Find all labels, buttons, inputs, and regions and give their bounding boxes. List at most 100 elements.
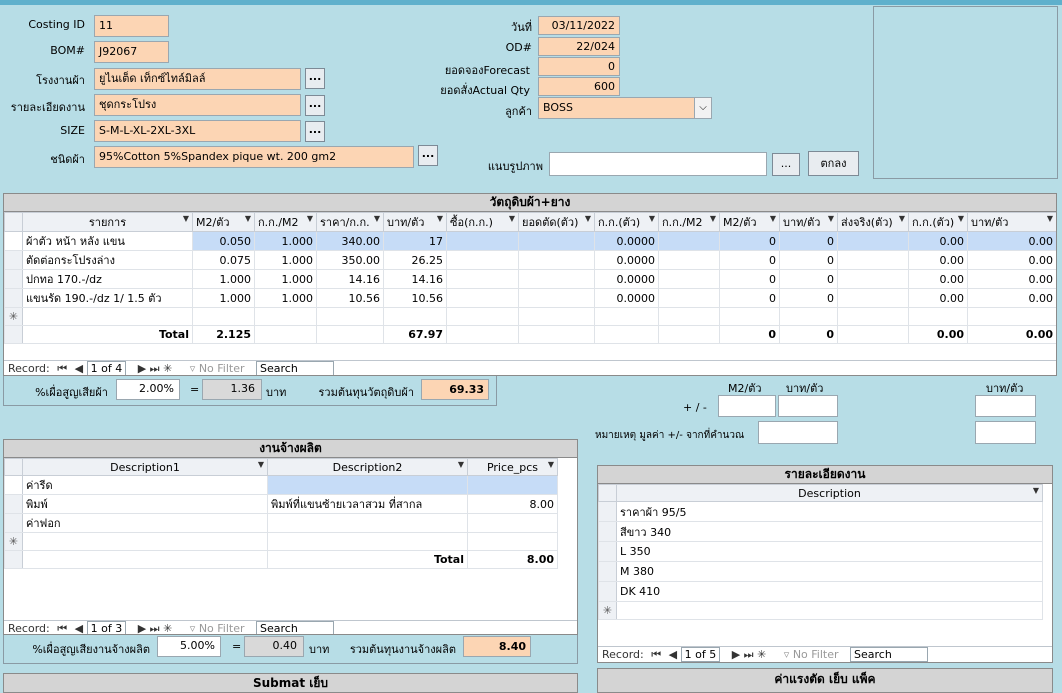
column-header[interactable]: Description2 ▼ <box>267 458 468 476</box>
table-cell[interactable]: 0 <box>719 288 780 308</box>
table-cell[interactable] <box>837 307 909 326</box>
fabric-loss-pct-field[interactable]: 2.00% <box>116 379 180 400</box>
table-cell[interactable]: DK 410 <box>616 581 1043 602</box>
table-cell[interactable] <box>518 250 595 270</box>
table-cell[interactable] <box>837 288 909 308</box>
column-header[interactable]: ก.ก.(ตัว) ▼ <box>908 212 968 232</box>
od-field[interactable]: 22/024 <box>538 37 620 56</box>
table-cell[interactable]: 340.00 <box>316 231 384 251</box>
row-selector[interactable] <box>4 269 23 289</box>
table-cell[interactable]: 0.00 <box>967 288 1056 308</box>
table-cell[interactable] <box>446 231 519 251</box>
first-record-icon[interactable]: ⏮ <box>57 622 67 635</box>
table-cell[interactable] <box>383 307 447 326</box>
table-cell[interactable] <box>518 269 595 289</box>
table-row[interactable]: แขนรัด 190.-/dz 1/ 1.5 ตัว 1.000 1.000 10.5… <box>4 288 1056 308</box>
table-cell[interactable]: 1.000 <box>192 288 255 308</box>
table-cell[interactable]: ตัดต่อกระโปรงล่าง <box>22 250 193 270</box>
list-item[interactable]: L 350 <box>598 541 1043 562</box>
adjust-m2-input[interactable] <box>718 395 776 417</box>
column-header[interactable]: ราคา/ก.ก. ▼ <box>316 212 384 232</box>
row-selector[interactable] <box>4 475 23 495</box>
table-cell[interactable]: 0.050 <box>192 231 255 251</box>
table-cell[interactable] <box>967 307 1056 326</box>
select-all-corner[interactable] <box>4 212 23 232</box>
chevron-down-icon[interactable]: ⌵ <box>694 98 711 118</box>
table-cell[interactable]: 0.00 <box>967 269 1056 289</box>
table-cell[interactable] <box>518 231 595 251</box>
table-cell[interactable]: 0.0000 <box>594 269 659 289</box>
next-record-icon[interactable]: ▶ <box>138 362 146 375</box>
table-cell[interactable]: 0.0000 <box>594 288 659 308</box>
table-cell[interactable]: 0 <box>779 269 838 289</box>
table-cell[interactable] <box>658 231 720 251</box>
first-record-icon[interactable]: ⏮ <box>651 648 661 662</box>
table-cell[interactable]: ค่าฟอก <box>22 513 268 533</box>
table-cell[interactable] <box>267 475 468 495</box>
column-header[interactable]: M2/ตัว ▼ <box>719 212 780 232</box>
table-cell[interactable] <box>467 475 558 495</box>
table-cell[interactable]: 10.56 <box>383 288 447 308</box>
new-row-icon[interactable]: ✳ <box>4 307 23 326</box>
no-filter-button[interactable]: No Filter <box>199 622 245 634</box>
select-all-corner[interactable] <box>4 458 23 476</box>
table-cell[interactable]: 26.25 <box>383 250 447 270</box>
row-selector[interactable] <box>4 288 23 308</box>
row-selector[interactable] <box>4 231 23 251</box>
table-cell[interactable]: 1.000 <box>192 269 255 289</box>
table-cell[interactable]: 0 <box>779 288 838 308</box>
adjust-baht-input[interactable] <box>778 395 838 417</box>
table-cell[interactable] <box>518 288 595 308</box>
adjust-baht-input-2[interactable] <box>975 395 1036 417</box>
attach-image-input[interactable] <box>549 152 767 176</box>
table-cell[interactable] <box>658 307 720 326</box>
row-selector[interactable] <box>598 561 617 582</box>
table-cell[interactable] <box>267 513 468 533</box>
table-cell[interactable] <box>837 250 909 270</box>
table-cell[interactable]: 0.075 <box>192 250 255 270</box>
column-header[interactable]: ยอดตัด(ตัว) ▼ <box>518 212 595 232</box>
table-cell[interactable]: 17 <box>383 231 447 251</box>
table-cell[interactable]: 0 <box>719 231 780 251</box>
no-filter-button[interactable]: No Filter <box>793 648 839 661</box>
next-record-icon[interactable]: ▶ <box>138 622 146 634</box>
prev-record-icon[interactable]: ◀ <box>75 622 83 634</box>
table-row[interactable]: ค่าฟอก <box>4 513 558 533</box>
last-record-icon[interactable]: ⏭ <box>744 648 754 662</box>
prev-record-icon[interactable]: ◀ <box>75 362 83 375</box>
new-row-icon[interactable]: ✳ <box>598 601 617 620</box>
column-header[interactable]: บาท/ตัว ▼ <box>779 212 838 232</box>
customer-select[interactable]: BOSS <box>538 97 712 119</box>
record-position[interactable]: 1 of 5 <box>680 647 721 662</box>
column-header[interactable]: บาท/ตัว ▼ <box>967 212 1056 232</box>
table-row[interactable]: ปกทอ 170.-/dz 1.000 1.000 14.16 14.16 0.0000 0… <box>4 269 1056 289</box>
new-row-icon[interactable]: ✳ <box>4 532 23 551</box>
table-cell[interactable] <box>467 513 558 533</box>
row-selector[interactable] <box>598 581 617 602</box>
attach-browse-button[interactable]: ... <box>772 153 800 176</box>
table-cell[interactable]: 0.00 <box>908 231 968 251</box>
date-field[interactable]: 03/11/2022 <box>538 16 620 35</box>
column-header[interactable]: Price_pcs ▼ <box>467 458 558 476</box>
table-cell[interactable]: 0.00 <box>967 250 1056 270</box>
column-header[interactable]: บาท/ตัว ▼ <box>383 212 447 232</box>
table-cell[interactable] <box>192 307 255 326</box>
table-cell[interactable] <box>658 269 720 289</box>
prev-record-icon[interactable]: ◀ <box>669 648 677 661</box>
table-cell[interactable] <box>779 307 838 326</box>
table-cell[interactable]: 14.16 <box>383 269 447 289</box>
search-input[interactable]: Search <box>256 361 335 375</box>
column-header[interactable]: ส่งจริง(ตัว) ▼ <box>837 212 909 232</box>
table-row[interactable]: ผ้าตัว หน้า หลัง แขน 0.050 1.000 340.00 17 0.… <box>4 231 1056 251</box>
table-cell[interactable]: M 380 <box>616 561 1043 582</box>
first-record-icon[interactable]: ⏮ <box>57 362 67 376</box>
table-cell[interactable] <box>518 307 595 326</box>
record-position[interactable]: 1 of 3 <box>86 621 127 634</box>
new-row[interactable]: ✳ <box>598 601 1043 620</box>
table-cell[interactable]: 0.00 <box>908 250 968 270</box>
table-cell[interactable]: 8.00 <box>467 494 558 514</box>
list-item[interactable]: สีขาว 340 <box>598 521 1043 542</box>
record-position[interactable]: 1 of 4 <box>86 361 127 375</box>
row-selector[interactable] <box>4 494 23 514</box>
table-cell[interactable] <box>908 307 968 326</box>
